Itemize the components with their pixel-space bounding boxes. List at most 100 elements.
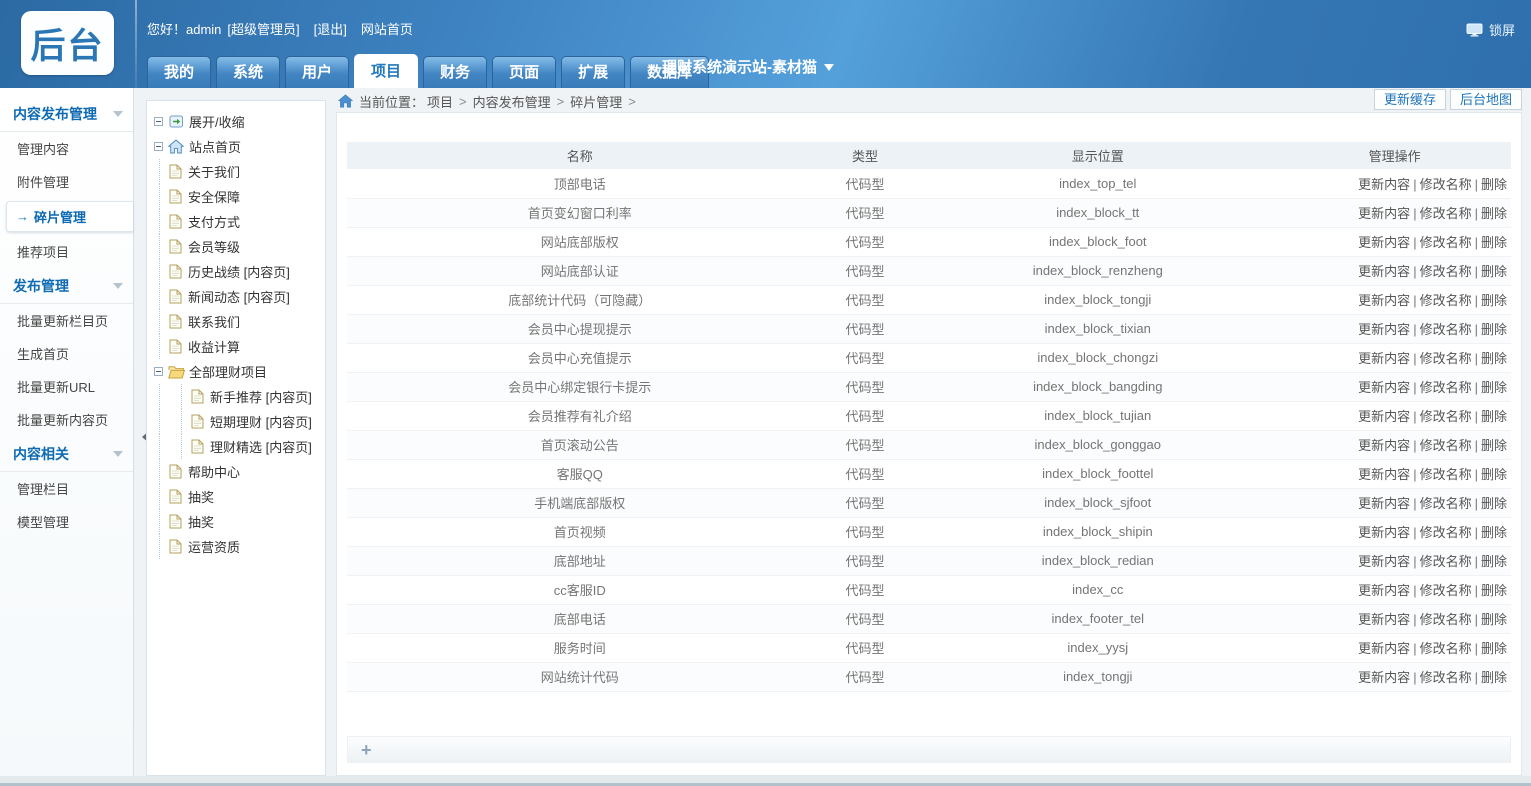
rename-link[interactable]: 修改名称 [1420, 235, 1472, 250]
delete-link[interactable]: 删除 [1481, 409, 1507, 424]
sidebar-item[interactable]: → 批量更新栏目页 [0, 304, 133, 337]
rename-link[interactable]: 修改名称 [1420, 496, 1472, 511]
lock-screen-button[interactable]: 锁屏 [1466, 20, 1515, 39]
update-content-link[interactable]: 更新内容 [1358, 235, 1410, 250]
update-content-link[interactable]: 更新内容 [1358, 612, 1410, 627]
nav-tab[interactable]: 用户 [285, 56, 349, 88]
tree-item[interactable]: 安全保障 [149, 184, 323, 209]
sidebar-section-header[interactable]: 内容相关 [0, 436, 133, 472]
update-content-link[interactable]: 更新内容 [1358, 583, 1410, 598]
sidebar-item[interactable]: → 管理内容 [0, 132, 133, 165]
update-content-link[interactable]: 更新内容 [1358, 293, 1410, 308]
delete-link[interactable]: 删除 [1481, 525, 1507, 540]
rename-link[interactable]: 修改名称 [1420, 322, 1472, 337]
delete-link[interactable]: 删除 [1481, 670, 1507, 685]
delete-link[interactable]: 删除 [1481, 351, 1507, 366]
rename-link[interactable]: 修改名称 [1420, 670, 1472, 685]
delete-link[interactable]: 删除 [1481, 641, 1507, 656]
nav-tab[interactable]: 系统 [216, 56, 280, 88]
delete-link[interactable]: 删除 [1481, 583, 1507, 598]
nav-tab[interactable]: 项目 [354, 54, 418, 88]
delete-link[interactable]: 删除 [1481, 177, 1507, 192]
update-content-link[interactable]: 更新内容 [1358, 670, 1410, 685]
tree-item[interactable]: 关于我们 [149, 159, 323, 184]
update-content-link[interactable]: 更新内容 [1358, 322, 1410, 337]
breadcrumb-link[interactable]: 内容发布管理 [473, 92, 551, 111]
delete-link[interactable]: 删除 [1481, 496, 1507, 511]
sidebar-item[interactable]: → 模型管理 [0, 505, 133, 538]
rename-link[interactable]: 修改名称 [1420, 525, 1472, 540]
update-content-link[interactable]: 更新内容 [1358, 496, 1410, 511]
update-content-link[interactable]: 更新内容 [1358, 177, 1410, 192]
site-map-button[interactable]: 后台地图 [1450, 89, 1522, 110]
rename-link[interactable]: 修改名称 [1420, 177, 1472, 192]
update-content-link[interactable]: 更新内容 [1358, 641, 1410, 656]
rename-link[interactable]: 修改名称 [1420, 554, 1472, 569]
breadcrumb-link[interactable]: 项目 [427, 92, 453, 111]
tree-item[interactable]: 运营资质 [149, 534, 323, 559]
tree-item[interactable]: 站点首页 [149, 134, 323, 159]
delete-link[interactable]: 删除 [1481, 264, 1507, 279]
rename-link[interactable]: 修改名称 [1420, 583, 1472, 598]
delete-link[interactable]: 删除 [1481, 206, 1507, 221]
sidebar-item[interactable]: → 碎片管理 [6, 201, 133, 232]
tree-item[interactable]: 新闻动态 [内容页] [149, 284, 323, 309]
delete-link[interactable]: 删除 [1481, 554, 1507, 569]
breadcrumb-link[interactable]: 碎片管理 [570, 92, 622, 111]
rename-link[interactable]: 修改名称 [1420, 409, 1472, 424]
delete-link[interactable]: 删除 [1481, 380, 1507, 395]
sidebar-section-header[interactable]: 内容发布管理 [0, 96, 133, 132]
sidebar-item[interactable]: → 附件管理 [0, 165, 133, 198]
tree-item[interactable]: 帮助中心 [149, 459, 323, 484]
delete-link[interactable]: 删除 [1481, 438, 1507, 453]
site-selector[interactable]: 理财系统演示站-素材猫 [662, 54, 834, 88]
tree-item[interactable]: 抽奖 [149, 484, 323, 509]
tree-item[interactable]: 历史战绩 [内容页] [149, 259, 323, 284]
tree-item[interactable]: 展开/收缩 [149, 109, 323, 134]
tree-collapse-toggle-icon[interactable] [154, 117, 163, 126]
tree-item[interactable]: 收益计算 [149, 334, 323, 359]
sidebar-item[interactable]: → 批量更新内容页 [0, 403, 133, 436]
add-fragment-button[interactable]: + [347, 736, 1511, 763]
update-cache-button[interactable]: 更新缓存 [1374, 89, 1446, 110]
rename-link[interactable]: 修改名称 [1420, 467, 1472, 482]
sidebar-item[interactable]: → 批量更新URL [0, 370, 133, 403]
sidebar-item[interactable]: → 生成首页 [0, 337, 133, 370]
delete-link[interactable]: 删除 [1481, 293, 1507, 308]
sidebar-item[interactable]: → 管理栏目 [0, 472, 133, 505]
rename-link[interactable]: 修改名称 [1420, 438, 1472, 453]
tree-item[interactable]: 全部理财项目 [149, 359, 323, 384]
tree-item[interactable]: 会员等级 [149, 234, 323, 259]
sidebar-item[interactable]: → 推荐项目 [0, 235, 133, 268]
update-content-link[interactable]: 更新内容 [1358, 438, 1410, 453]
update-content-link[interactable]: 更新内容 [1358, 351, 1410, 366]
rename-link[interactable]: 修改名称 [1420, 612, 1472, 627]
rename-link[interactable]: 修改名称 [1420, 206, 1472, 221]
tree-collapse-toggle-icon[interactable] [154, 142, 163, 151]
update-content-link[interactable]: 更新内容 [1358, 525, 1410, 540]
tree-item[interactable]: 新手推荐 [内容页] [149, 384, 323, 409]
sidebar-section-header[interactable]: 发布管理 [0, 268, 133, 304]
update-content-link[interactable]: 更新内容 [1358, 206, 1410, 221]
nav-tab[interactable]: 扩展 [561, 56, 625, 88]
tree-item[interactable]: 短期理财 [内容页] [149, 409, 323, 434]
update-content-link[interactable]: 更新内容 [1358, 467, 1410, 482]
update-content-link[interactable]: 更新内容 [1358, 380, 1410, 395]
rename-link[interactable]: 修改名称 [1420, 351, 1472, 366]
update-content-link[interactable]: 更新内容 [1358, 554, 1410, 569]
user-role-link[interactable]: [超级管理员] [227, 19, 299, 38]
rename-link[interactable]: 修改名称 [1420, 264, 1472, 279]
delete-link[interactable]: 删除 [1481, 612, 1507, 627]
rename-link[interactable]: 修改名称 [1420, 641, 1472, 656]
delete-link[interactable]: 删除 [1481, 467, 1507, 482]
nav-tab[interactable]: 我的 [147, 56, 211, 88]
tree-item[interactable]: 联系我们 [149, 309, 323, 334]
site-home-link[interactable]: 网站首页 [361, 19, 413, 38]
delete-link[interactable]: 删除 [1481, 235, 1507, 250]
logout-link[interactable]: [退出] [314, 19, 347, 38]
delete-link[interactable]: 删除 [1481, 322, 1507, 337]
tree-item[interactable]: 支付方式 [149, 209, 323, 234]
rename-link[interactable]: 修改名称 [1420, 293, 1472, 308]
rename-link[interactable]: 修改名称 [1420, 380, 1472, 395]
update-content-link[interactable]: 更新内容 [1358, 264, 1410, 279]
